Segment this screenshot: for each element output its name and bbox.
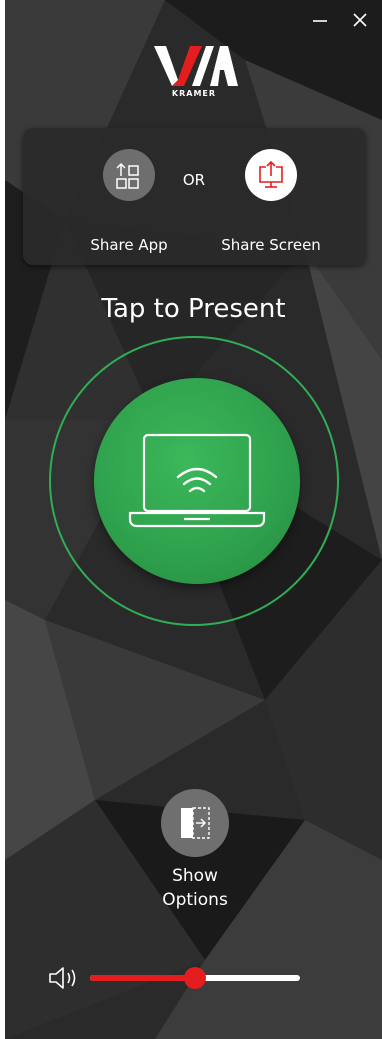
minimize-button[interactable]	[308, 8, 332, 32]
minimize-icon	[313, 20, 327, 22]
share-app-circle	[103, 149, 155, 201]
show-options-line2: Options	[162, 890, 228, 910]
share-app-label: Share App	[90, 236, 168, 254]
close-button[interactable]	[348, 8, 372, 32]
page-title: Tap to Present	[101, 294, 286, 324]
via-logo-mark	[154, 46, 238, 86]
share-screen-circle	[245, 149, 297, 201]
speaker-icon	[49, 967, 76, 989]
close-icon	[353, 13, 367, 27]
share-options-card: Share App OR Share Screen	[23, 128, 366, 265]
volume-slider-fill	[90, 975, 195, 981]
show-options-line1: Show	[172, 866, 218, 886]
share-screen-button[interactable]: Share Screen	[206, 136, 336, 256]
via-app-window: KRAMER Share App OR Share Screen Tap to …	[5, 0, 382, 1039]
present-button[interactable]	[94, 378, 300, 584]
laptop-wifi-icon	[128, 433, 266, 528]
via-kramer-logo: KRAMER	[148, 42, 240, 104]
share-app-button[interactable]: Share App	[64, 136, 194, 256]
volume-slider[interactable]	[90, 963, 300, 993]
show-options-button[interactable]	[161, 789, 229, 857]
panel-expand-icon	[181, 807, 210, 839]
volume-slider-thumb[interactable]	[184, 967, 206, 989]
share-screen-icon	[259, 160, 283, 188]
share-screen-label: Share Screen	[221, 236, 321, 254]
show-options-label: Show Options	[135, 864, 255, 912]
volume-button[interactable]	[47, 965, 81, 991]
share-app-icon	[116, 162, 139, 189]
logo-subtitle: KRAMER	[171, 89, 217, 98]
